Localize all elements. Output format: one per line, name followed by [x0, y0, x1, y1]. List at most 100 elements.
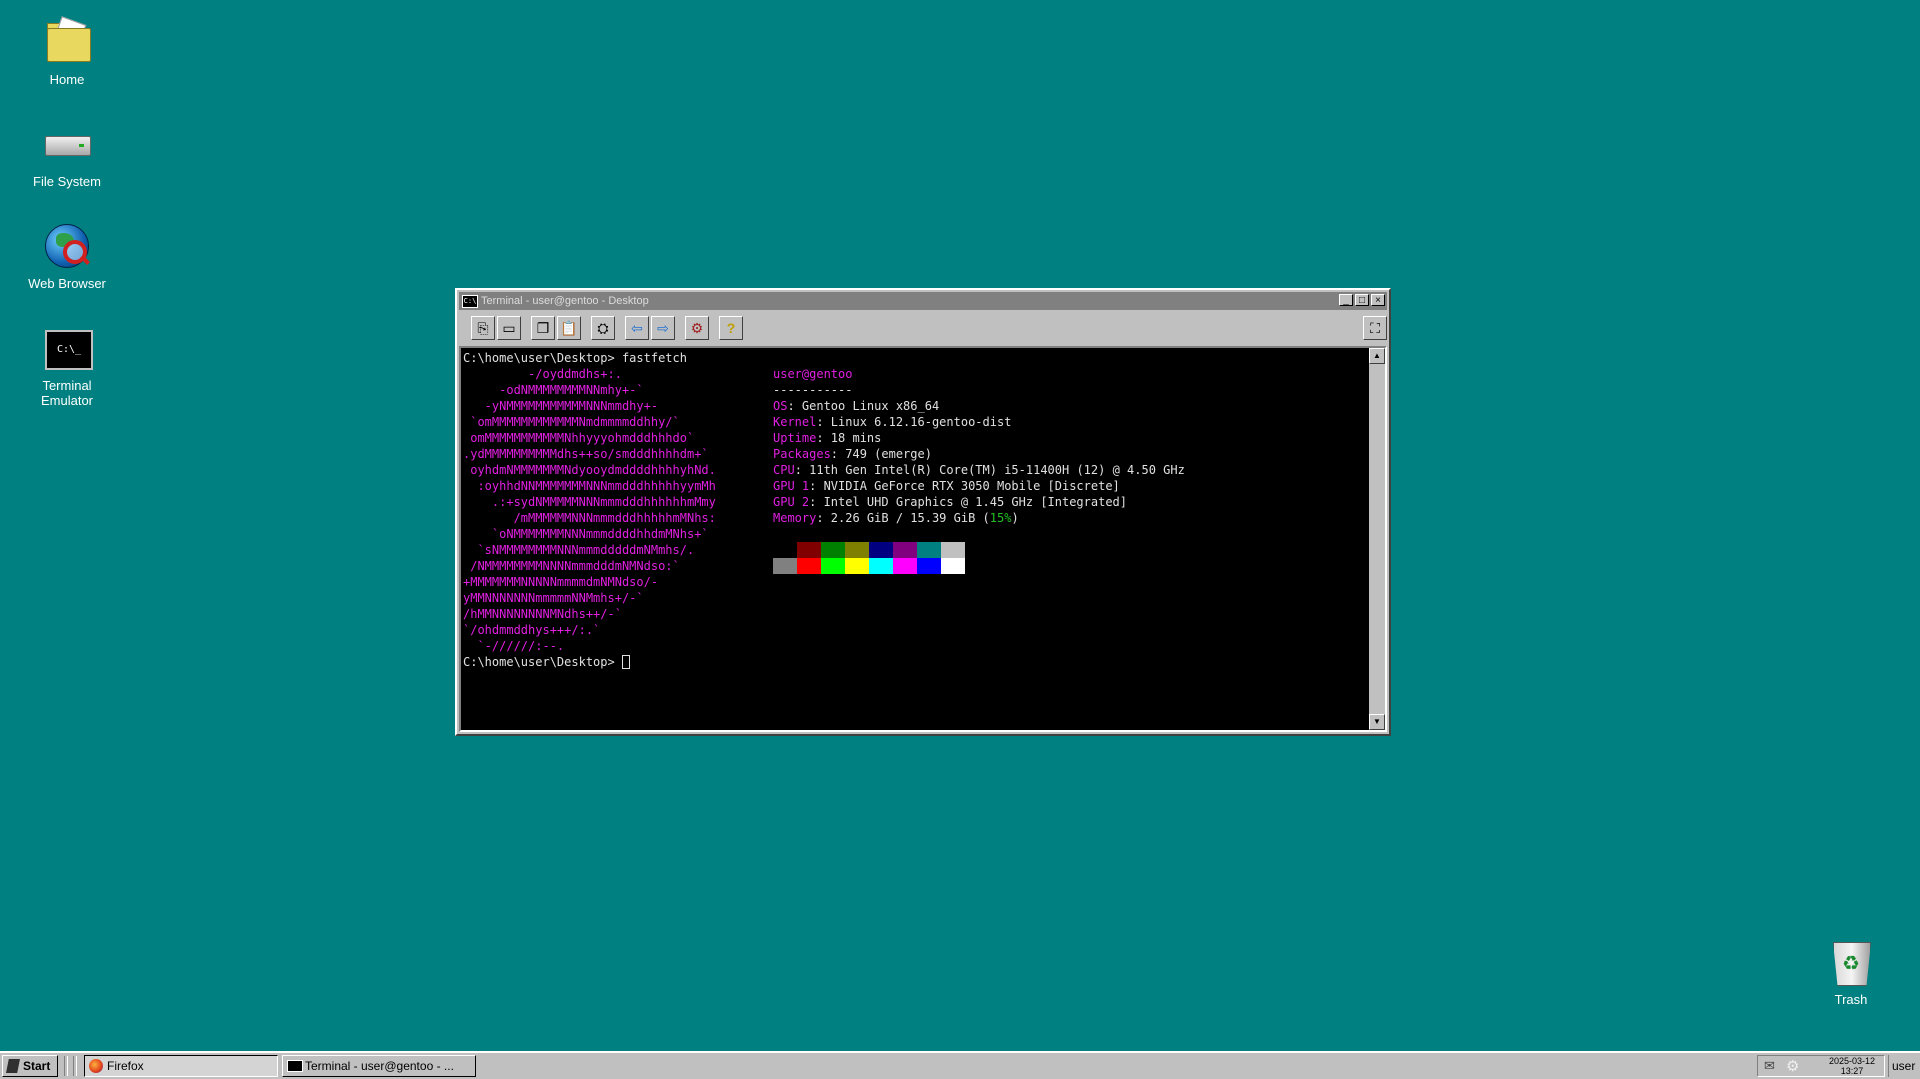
info-key: Packages: [773, 447, 831, 461]
desktop-icon-label: Terminal Emulator: [40, 378, 94, 408]
folder-icon: [43, 16, 91, 66]
desktop-icon-web-browser[interactable]: Web Browser: [12, 222, 122, 291]
palette-swatch: [845, 542, 869, 558]
palette-swatch: [941, 558, 965, 574]
copy-icon[interactable]: ❐: [531, 316, 555, 340]
command-line: C:\home\user\Desktop> fastfetch: [463, 351, 687, 365]
palette-swatch: [797, 542, 821, 558]
user-host: user@gentoo: [773, 367, 853, 381]
desktop-icon-label: Web Browser: [28, 276, 106, 291]
taskbar: Start Firefox Terminal - user@gentoo - .…: [0, 1051, 1920, 1079]
palette-swatch: [869, 542, 893, 558]
desktop-icon-label: Trash: [1834, 992, 1868, 1007]
maximize-button[interactable]: □: [1355, 294, 1369, 306]
desktop-icon-home[interactable]: Home: [12, 16, 122, 87]
vertical-scrollbar[interactable]: ▲ ▼: [1369, 348, 1385, 730]
info-key: OS: [773, 399, 788, 413]
help-icon[interactable]: ?: [719, 316, 743, 340]
palette-swatch: [773, 542, 797, 558]
palette-swatch: [941, 542, 965, 558]
info-separator: -----------: [773, 383, 853, 397]
info-key: Memory: [773, 511, 817, 525]
clock[interactable]: 2025-03-12 13:27: [1822, 1056, 1882, 1076]
start-logo-icon: [6, 1059, 20, 1073]
new-tab-icon[interactable]: ⎘: [471, 316, 495, 340]
terminal-title-icon: C:\: [462, 295, 478, 308]
minimize-button[interactable]: _: [1339, 294, 1353, 306]
system-tray: ✉ ⚙ 2025-03-12 13:27: [1757, 1055, 1885, 1077]
new-window-icon[interactable]: ▭: [497, 316, 521, 340]
info-value: : 2.26 GiB / 15.39 GiB (: [816, 511, 990, 525]
info-value: : 749 (emerge): [830, 447, 932, 461]
find-icon[interactable]: ⛭: [591, 316, 615, 340]
desktop-icon-label: Home: [49, 72, 85, 87]
palette-swatch: [773, 558, 797, 574]
terminal-text: C:\home\user\Desktop> fastfetch -/oyddmd…: [463, 350, 716, 670]
palette-row-bright: [773, 558, 965, 574]
palette-swatch: [893, 542, 917, 558]
paste-icon[interactable]: 📋: [557, 316, 581, 340]
gentoo-ascii-logo: -/oyddmdhs+:. -odNMMMMMMMMNNmhy+-` -yNMM…: [463, 367, 716, 653]
text-cursor: [621, 655, 630, 669]
info-value: : Intel UHD Graphics @ 1.45 GHz [Integra…: [809, 495, 1128, 509]
info-value: : NVIDIA GeForce RTX 3050 Mobile [Discre…: [809, 479, 1120, 493]
terminal-toolbar: ⎘ ▭ ❐ 📋 ⛭ ⇦ ⇨ ⚙ ? ⛶: [461, 314, 1387, 344]
fullscreen-icon[interactable]: ⛶: [1363, 316, 1387, 340]
terminal-output[interactable]: C:\home\user\Desktop> fastfetch -/oyddmd…: [459, 346, 1387, 732]
desktop-icon-trash[interactable]: ♻ Trash: [1796, 938, 1906, 1007]
network-icon[interactable]: ✉: [1764, 1058, 1775, 1074]
trash-icon: ♻: [1827, 938, 1875, 986]
firefox-icon: [89, 1059, 103, 1073]
start-button[interactable]: Start: [2, 1055, 58, 1077]
next-tab-icon[interactable]: ⇨: [651, 316, 675, 340]
palette-swatch: [893, 558, 917, 574]
previous-tab-icon[interactable]: ⇦: [625, 316, 649, 340]
system-info: user@gentoo ----------- OS: Gentoo Linux…: [773, 366, 1185, 526]
terminal-icon: C:\_: [43, 324, 93, 372]
start-label: Start: [23, 1059, 51, 1073]
window-titlebar[interactable]: C:\ Terminal - user@gentoo - Desktop _ □…: [459, 292, 1387, 310]
palette-swatch: [869, 558, 893, 574]
taskbar-divider: [64, 1056, 68, 1076]
info-value: ): [1011, 511, 1019, 525]
taskbar-divider: [73, 1056, 77, 1076]
color-palette: [773, 542, 965, 574]
drive-icon: [43, 120, 91, 168]
info-key: Uptime: [773, 431, 817, 445]
task-terminal[interactable]: Terminal - user@gentoo - ...: [282, 1055, 476, 1077]
info-key: GPU 1: [773, 479, 810, 493]
close-button[interactable]: ×: [1371, 294, 1385, 306]
clock-date: 2025-03-12: [1828, 1056, 1876, 1066]
task-label: Terminal - user@gentoo - ...: [305, 1059, 454, 1073]
info-value: : 18 mins: [816, 431, 882, 445]
updates-icon[interactable]: ⚙: [1786, 1057, 1799, 1075]
user-button[interactable]: user: [1888, 1055, 1920, 1077]
prompt-line: C:\home\user\Desktop>: [463, 655, 622, 669]
desktop-icon-label: File System: [33, 174, 101, 189]
desktop-icon-file-system[interactable]: File System: [12, 120, 122, 189]
task-label: Firefox: [107, 1059, 144, 1073]
palette-swatch: [917, 558, 941, 574]
memory-percent: 15%: [989, 511, 1012, 525]
palette-row-normal: [773, 542, 965, 558]
palette-swatch: [917, 542, 941, 558]
info-key: GPU 2: [773, 495, 810, 509]
clock-time: 13:27: [1840, 1066, 1864, 1076]
desktop-icon-terminal-emulator[interactable]: C:\_ Terminal Emulator: [12, 324, 122, 408]
palette-swatch: [845, 558, 869, 574]
terminal-icon: [287, 1060, 303, 1072]
scroll-up-button[interactable]: ▲: [1369, 348, 1385, 364]
task-firefox[interactable]: Firefox: [84, 1055, 278, 1077]
info-value: : 11th Gen Intel(R) Core(TM) i5-11400H (…: [794, 463, 1185, 477]
info-value: : Linux 6.12.16-gentoo-dist: [816, 415, 1012, 429]
palette-swatch: [821, 542, 845, 558]
terminal-window[interactable]: C:\ Terminal - user@gentoo - Desktop _ □…: [455, 288, 1391, 736]
scroll-down-button[interactable]: ▼: [1369, 714, 1385, 730]
palette-swatch: [821, 558, 845, 574]
info-key: CPU: [773, 463, 795, 477]
window-title: Terminal - user@gentoo - Desktop: [481, 295, 649, 307]
globe-icon: [43, 222, 91, 270]
palette-swatch: [797, 558, 821, 574]
info-value: : Gentoo Linux x86_64: [787, 399, 940, 413]
preferences-icon[interactable]: ⚙: [685, 316, 709, 340]
